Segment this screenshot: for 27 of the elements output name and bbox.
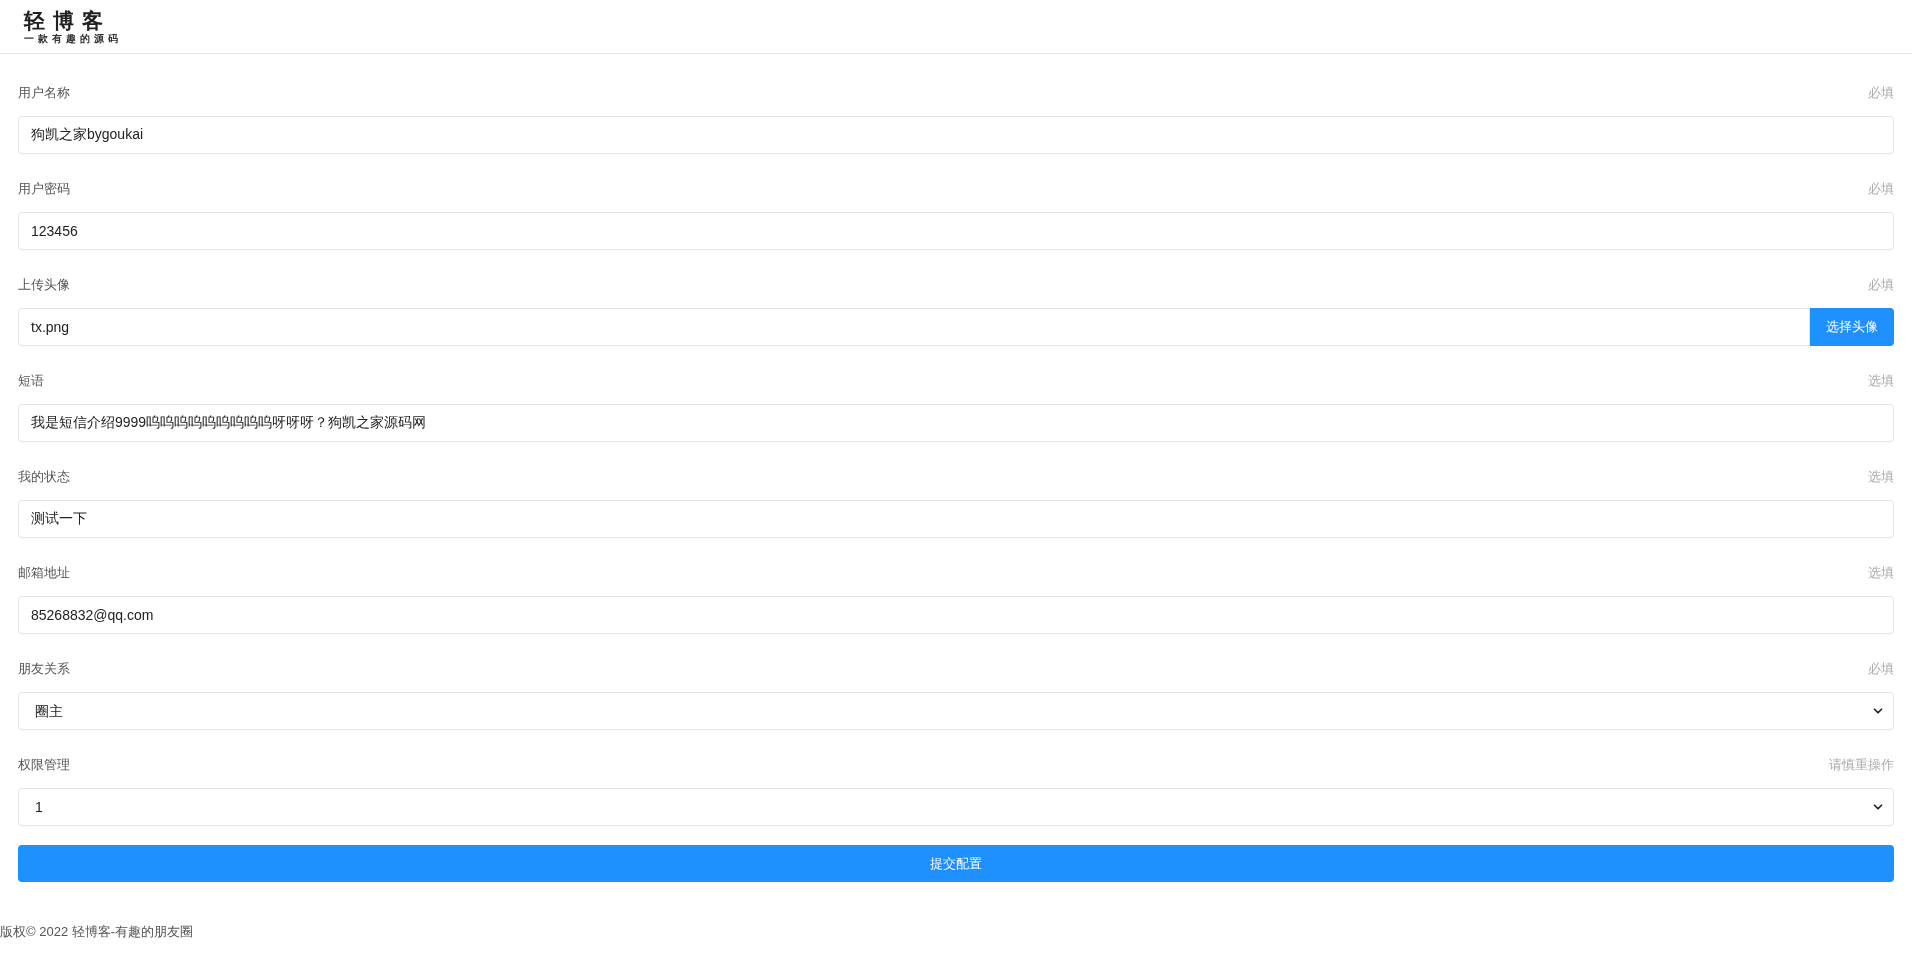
field-hint: 选填 — [1868, 372, 1894, 391]
select-field[interactable]: 1 — [18, 788, 1894, 826]
field-hint: 必填 — [1868, 84, 1894, 103]
field-hint: 必填 — [1868, 180, 1894, 199]
text-field[interactable]: 测试一下 — [18, 500, 1894, 538]
field-hint: 请慎重操作 — [1829, 756, 1894, 775]
field-label: 我的状态 — [18, 468, 70, 487]
select-field[interactable]: 圈主 — [18, 692, 1894, 730]
file-name-field[interactable]: tx.png — [18, 308, 1810, 346]
field-label: 上传头像 — [18, 276, 70, 295]
field-hint: 选填 — [1868, 468, 1894, 487]
field-hint: 必填 — [1868, 660, 1894, 679]
text-field[interactable]: 123456 — [18, 212, 1894, 250]
logo-tagline: 一款有趣的源码 — [24, 32, 123, 45]
field-label: 邮箱地址 — [18, 564, 70, 583]
copyright-text: 版权© 2022 轻博客-有趣的朋友圈 — [0, 924, 194, 940]
field-label: 权限管理 — [18, 756, 70, 775]
field-label: 用户名称 — [18, 84, 70, 103]
field-hint: 必填 — [1868, 276, 1894, 295]
text-field[interactable]: 我是短信介绍9999呜呜呜呜呜呜呜呜呜呀呀呀？狗凯之家源码网 — [18, 404, 1894, 442]
field-hint: 选填 — [1868, 564, 1894, 583]
field-label: 朋友关系 — [18, 660, 70, 679]
text-field[interactable]: 狗凯之家bygoukai — [18, 116, 1894, 154]
logo-title[interactable]: 轻博客 — [24, 8, 1912, 33]
field-label: 用户密码 — [18, 180, 70, 199]
text-field[interactable]: 85268832@qq.com — [18, 596, 1894, 634]
field-label: 短语 — [18, 372, 44, 391]
